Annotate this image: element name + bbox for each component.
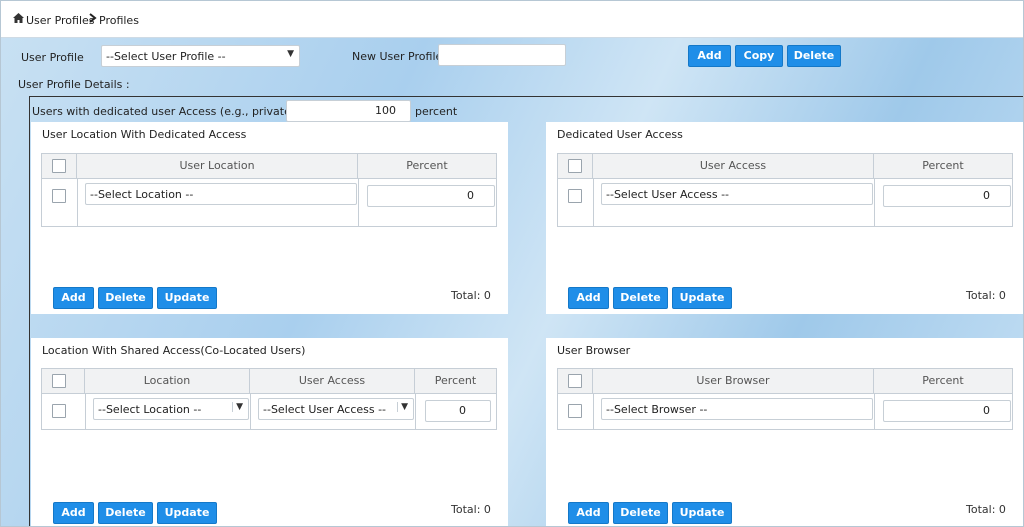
user-profile-select[interactable]: --Select User Profile -- ▼ (101, 45, 300, 67)
total-label: Total: 0 (451, 503, 491, 516)
table-header: User Browser Percent (558, 369, 1012, 394)
add-button[interactable]: Add (53, 287, 94, 309)
header-percent: Percent (406, 159, 448, 172)
panel-title: Location With Shared Access(Co-Located U… (42, 344, 306, 357)
breadcrumb-user-profiles[interactable]: User Profiles (26, 14, 95, 27)
user-profile-select-value: --Select User Profile -- (106, 50, 226, 63)
percent-unit-label: percent (415, 105, 458, 118)
header-checkbox-cell (558, 154, 593, 178)
breadcrumb-profiles: Profiles (99, 14, 139, 27)
header-percent: Percent (922, 159, 964, 172)
header-checkbox-cell (42, 369, 85, 393)
browser-percent-input[interactable]: 0 (883, 400, 1011, 422)
header-user-browser: User Browser (593, 369, 874, 393)
location-shared-table: Location User Access Percent --Select Lo… (41, 368, 497, 430)
dedicated-access-label: Users with dedicated user Access (e.g., … (32, 105, 321, 118)
home-icon[interactable] (13, 13, 24, 26)
user-access-select-value: --Select User Access -- (606, 188, 730, 201)
add-profile-button[interactable]: Add (688, 45, 731, 67)
panel-location-shared: Location With Shared Access(Co-Located U… (31, 338, 508, 526)
row-checkbox[interactable] (52, 404, 66, 418)
update-button[interactable]: Update (157, 502, 217, 524)
delete-profile-button[interactable]: Delete (787, 45, 841, 67)
new-user-profile-label: New User Profile (352, 50, 443, 63)
total-label: Total: 0 (451, 289, 491, 302)
select-all-checkbox[interactable] (568, 374, 582, 388)
panel-title: Dedicated User Access (557, 128, 683, 141)
caret-down-icon: ▼ (287, 49, 294, 59)
user-profile-details-label: User Profile Details : (18, 78, 130, 91)
header-location: Location (85, 369, 250, 393)
panel-location-dedicated: User Location With Dedicated Access User… (31, 122, 508, 314)
location-select[interactable]: --Select Location -- (85, 183, 357, 205)
shared-user-access-select[interactable]: --Select User Access -- ▼ (258, 398, 414, 420)
breadcrumb: User Profiles Profiles (1, 1, 1023, 38)
total-label: Total: 0 (966, 289, 1006, 302)
page: User Profiles Profiles User Profile --Se… (0, 0, 1024, 527)
user-profile-label: User Profile (21, 51, 84, 64)
user-browser-table: User Browser Percent --Select Browser --… (557, 368, 1013, 430)
select-all-checkbox[interactable] (52, 374, 66, 388)
panel-title: User Browser (557, 344, 631, 357)
table-header: User Location Percent (42, 154, 496, 179)
select-all-checkbox[interactable] (52, 159, 66, 173)
user-access-percent-input[interactable]: 0 (883, 185, 1011, 207)
select-all-checkbox[interactable] (568, 159, 582, 173)
update-button[interactable]: Update (672, 502, 732, 524)
browser-select-value: --Select Browser -- (606, 403, 708, 416)
row-checkbox[interactable] (568, 404, 582, 418)
dedicated-access-table: User Access Percent --Select User Access… (557, 153, 1013, 227)
caret-down-icon: ▼ (397, 402, 408, 412)
header-percent: Percent (434, 374, 477, 387)
row-checkbox[interactable] (568, 189, 582, 203)
total-label: Total: 0 (966, 503, 1006, 516)
user-access-select[interactable]: --Select User Access -- (601, 183, 873, 205)
delete-button[interactable]: Delete (98, 502, 153, 524)
browser-select[interactable]: --Select Browser -- (601, 398, 873, 420)
row-checkbox[interactable] (52, 189, 66, 203)
add-button[interactable]: Add (568, 287, 609, 309)
update-button[interactable]: Update (672, 287, 732, 309)
panel-user-browser: User Browser User Browser Percent --Sele… (546, 338, 1023, 526)
panel-title: User Location With Dedicated Access (42, 128, 247, 141)
chevron-right-icon (89, 13, 97, 26)
location-select-value: --Select Location -- (90, 188, 194, 201)
caret-down-icon: ▼ (232, 402, 243, 412)
table-header: Location User Access Percent (42, 369, 496, 394)
add-button[interactable]: Add (53, 502, 94, 524)
shared-location-select-value: --Select Location -- (98, 403, 202, 416)
header-checkbox-cell (42, 154, 77, 178)
location-percent-input[interactable]: 0 (367, 185, 495, 207)
delete-button[interactable]: Delete (613, 502, 668, 524)
copy-profile-button[interactable]: Copy (735, 45, 783, 67)
shared-location-select[interactable]: --Select Location -- ▼ (93, 398, 249, 420)
dedicated-percent-input[interactable]: 100 (286, 100, 411, 122)
header-checkbox-cell (558, 369, 593, 393)
new-user-profile-input[interactable] (438, 44, 566, 66)
add-button[interactable]: Add (568, 502, 609, 524)
shared-user-access-select-value: --Select User Access -- (263, 403, 387, 416)
shared-percent-input[interactable]: 0 (425, 400, 491, 422)
header-user-access: User Access (593, 154, 874, 178)
header-user-access: User Access (250, 369, 415, 393)
panel-dedicated-user-access: Dedicated User Access User Access Percen… (546, 122, 1023, 314)
delete-button[interactable]: Delete (98, 287, 153, 309)
delete-button[interactable]: Delete (613, 287, 668, 309)
header-user-location: User Location (77, 154, 358, 178)
table-header: User Access Percent (558, 154, 1012, 179)
update-button[interactable]: Update (157, 287, 217, 309)
header-percent: Percent (922, 374, 964, 387)
location-dedicated-table: User Location Percent --Select Location … (41, 153, 497, 227)
